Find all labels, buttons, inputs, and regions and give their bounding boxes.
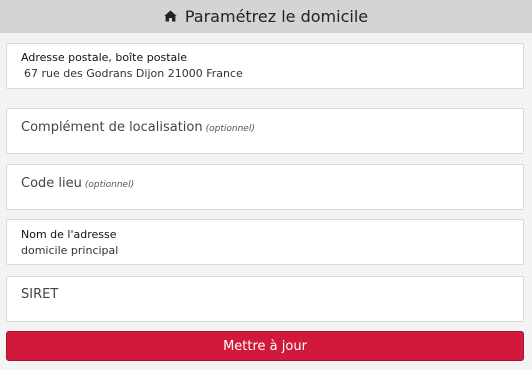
place-code-field[interactable]: Code lieu (optionnel)	[6, 164, 524, 210]
update-button[interactable]: Mettre à jour	[6, 331, 524, 361]
siret-field[interactable]: SIRET	[6, 276, 524, 322]
location-complement-placeholder: Complément de localisation (optionnel)	[21, 120, 255, 135]
place-code-label: Code lieu	[21, 176, 82, 191]
place-code-placeholder: Code lieu (optionnel)	[21, 176, 134, 191]
page-header: Paramétrez le domicile	[0, 0, 532, 33]
optional-tag: (optionnel)	[205, 124, 255, 134]
address-name-field[interactable]: Nom de l'adresse domicile principal	[6, 219, 524, 265]
siret-placeholder: SIRET	[21, 287, 59, 302]
page-title: Paramétrez le domicile	[184, 7, 369, 26]
address-name-value: domicile principal	[21, 244, 119, 257]
optional-tag: (optionnel)	[84, 180, 135, 190]
location-complement-label: Complément de localisation	[21, 120, 203, 135]
postal-address-label: Adresse postale, boîte postale	[21, 51, 188, 64]
location-complement-field[interactable]: Complément de localisation (optionnel)	[6, 108, 524, 154]
home-icon	[164, 10, 177, 22]
postal-address-value: 67 rue des Godrans Dijon 21000 France	[24, 67, 243, 80]
postal-address-field[interactable]: Adresse postale, boîte postale 67 rue de…	[6, 43, 524, 89]
address-name-label: Nom de l'adresse	[21, 228, 117, 241]
